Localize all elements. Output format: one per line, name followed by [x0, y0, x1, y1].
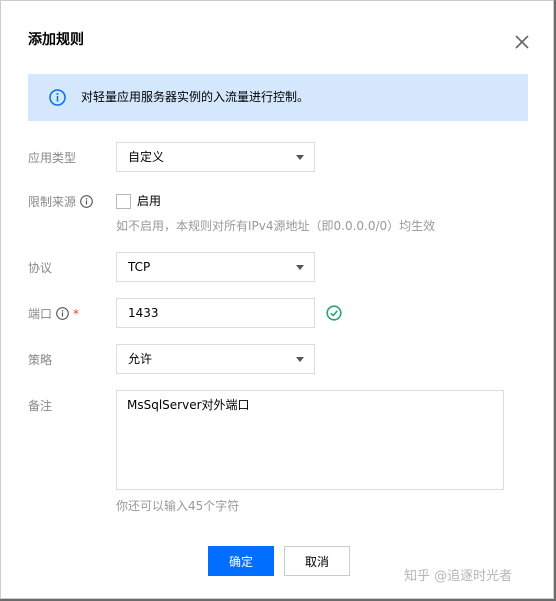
caret-down-icon [296, 155, 304, 160]
info-text: 对轻量应用服务器实例的入流量进行控制。 [81, 90, 310, 104]
check-circle-icon [326, 305, 342, 321]
cancel-button[interactable]: 取消 [284, 546, 350, 576]
info-banner: 对轻量应用服务器实例的入流量进行控制。 [28, 74, 528, 121]
confirm-button[interactable]: 确定 [208, 546, 274, 576]
source-limit-checkbox[interactable] [116, 194, 131, 209]
protocol-value: TCP [128, 260, 151, 274]
port-label: 端口 * [28, 307, 80, 321]
source-limit-checkbox-label[interactable]: 启用 [137, 193, 161, 210]
app-type-label: 应用类型 [28, 151, 77, 165]
policy-value: 允许 [128, 352, 153, 366]
port-input[interactable]: 1433 [116, 298, 315, 328]
remark-label: 备注 [28, 399, 53, 413]
info-circle-icon[interactable] [80, 195, 93, 208]
remark-char-count: 你还可以输入45个字符 [116, 499, 240, 513]
close-button[interactable] [511, 31, 533, 53]
watermark: 知乎 @追逐时光者 [404, 569, 513, 584]
add-rule-dialog: 添加规则 对轻量应用服务器实例的入流量进行控制。 应用类型 自定义 限制来源 启… [0, 0, 554, 599]
protocol-label: 协议 [28, 261, 53, 275]
required-mark: * [73, 307, 80, 321]
port-value: 1433 [128, 306, 159, 320]
policy-label: 策略 [28, 353, 53, 367]
app-type-value: 自定义 [128, 150, 165, 164]
close-icon [515, 35, 529, 49]
source-limit-hint: 如不启用，本规则对所有IPv4源地址（即0.0.0.0/0）均生效 [116, 219, 436, 233]
policy-select[interactable]: 允许 [116, 344, 315, 374]
remark-value: MsSqlServer对外端口 [127, 398, 250, 412]
info-circle-icon[interactable] [56, 307, 69, 320]
info-icon [49, 89, 66, 106]
caret-down-icon [296, 357, 304, 362]
dialog-title: 添加规则 [28, 32, 84, 48]
protocol-select[interactable]: TCP [116, 252, 315, 282]
app-type-select[interactable]: 自定义 [116, 142, 315, 172]
caret-down-icon [296, 265, 304, 270]
remark-textarea[interactable]: MsSqlServer对外端口 [116, 390, 504, 490]
source-limit-label: 限制来源 [28, 193, 93, 211]
